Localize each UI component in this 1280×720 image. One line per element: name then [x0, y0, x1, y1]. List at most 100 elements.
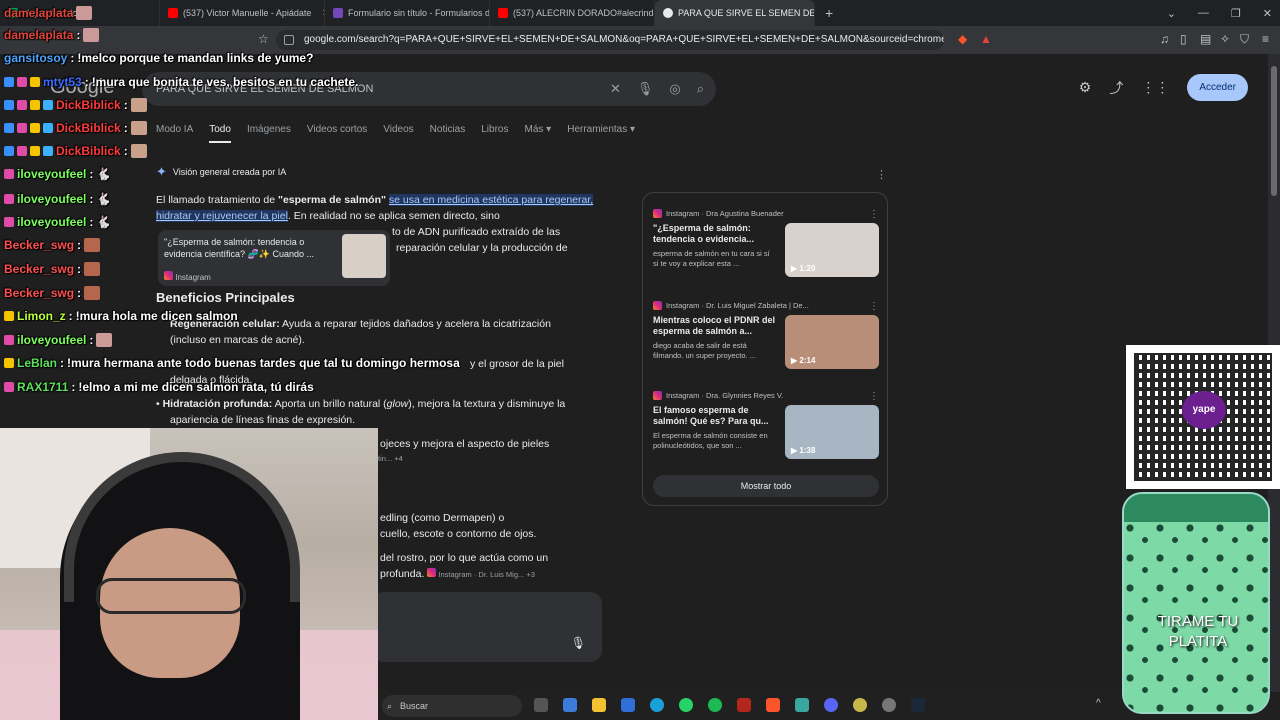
- tab-modo-ia[interactable]: Modo IA: [156, 124, 193, 143]
- tab-noticias[interactable]: Noticias: [430, 124, 466, 143]
- lens-icon[interactable]: ◎: [669, 72, 680, 106]
- ai-sparkle-icon: ✦: [156, 164, 167, 179]
- steam-icon[interactable]: [911, 698, 925, 712]
- wallet-icon[interactable]: ▤: [1200, 32, 1211, 46]
- minimize-icon[interactable]: —: [1198, 7, 1209, 19]
- brave-icon[interactable]: [766, 698, 780, 712]
- address-bar[interactable]: google.com/search?q=PARA+QUE+SIRVE+EL+SE…: [276, 30, 944, 50]
- close-window-icon[interactable]: ✕: [1263, 7, 1272, 20]
- edge-icon[interactable]: [650, 698, 664, 712]
- settings-icon[interactable]: ⚙: [1079, 79, 1092, 96]
- spotify-icon[interactable]: [708, 698, 722, 712]
- vpn-icon[interactable]: ⛉: [1240, 32, 1249, 47]
- benefit-5-line2: cuello, escote o contorno de ojos.: [380, 528, 537, 540]
- chat-message: damelaplata:: [4, 28, 100, 42]
- tab-mas[interactable]: Más ▾: [525, 124, 552, 143]
- new-tab-button[interactable]: +: [815, 5, 843, 21]
- tab-victor-manuelle[interactable]: (537) Victor Manuelle - Apiádate×: [160, 0, 325, 26]
- tab-formulario[interactable]: Formulario sin título - Formularios de: [325, 0, 490, 26]
- ai-overview-paragraph: El llamado tratamiento de "esperma de sa…: [156, 194, 594, 222]
- play-duration: ▶ 1:20: [791, 264, 816, 273]
- tab-videos[interactable]: Videos: [383, 124, 413, 143]
- whatsapp-icon[interactable]: [679, 698, 693, 712]
- media-icon[interactable]: ♫: [1160, 32, 1169, 46]
- source-chip-6[interactable]: Instagram · Dr. Luis Mig... +3: [427, 568, 535, 579]
- tab-libros[interactable]: Libros: [481, 124, 508, 143]
- tab-todo[interactable]: Todo: [209, 124, 231, 143]
- more-icon[interactable]: ⋮: [869, 391, 879, 402]
- tab-google-search[interactable]: PARA QUE SIRVE EL SEMEN DE×: [655, 0, 815, 26]
- ai-overview-header: ✦ Visión general creada por IA: [156, 164, 287, 179]
- tray-expand-icon[interactable]: ^: [1096, 698, 1101, 709]
- ai-line-3: to de ADN purificado extraído de las: [392, 226, 561, 238]
- tab-herramientas[interactable]: Herramientas ▾: [567, 124, 635, 143]
- benefit-regeneracion-cont: (incluso en marcas de acné).: [170, 334, 305, 346]
- store-icon[interactable]: [621, 698, 635, 712]
- search-icon: ⌕: [387, 701, 393, 711]
- source-tooltip[interactable]: "¿Esperma de salmón: tendencia o evidenc…: [158, 230, 390, 286]
- clear-icon[interactable]: ✕: [610, 72, 621, 106]
- video-thumbnail: ▶ 1:20: [785, 223, 879, 277]
- videos-panel: Instagram · Dra Agustina Buenader ⋮ "¿Es…: [642, 192, 888, 506]
- badge-icon: [4, 169, 14, 179]
- taskbar-search[interactable]: ⌕ Buscar: [382, 695, 522, 717]
- show-all-button[interactable]: Mostrar todo: [653, 475, 879, 497]
- site-info-icon[interactable]: [284, 35, 294, 45]
- restore-icon[interactable]: ❐: [1231, 7, 1241, 20]
- tab-videos-cortos[interactable]: Videos cortos: [307, 124, 367, 143]
- app-icon[interactable]: [853, 698, 867, 712]
- discord-icon[interactable]: [824, 698, 838, 712]
- forms-icon: [333, 8, 343, 18]
- chat-message: gansitosoy: !melco porque te mandan links…: [4, 51, 314, 65]
- benefit-4-tail: ojeces y mejora el aspecto de pieles: [380, 438, 550, 450]
- video-thumbnail: ▶ 1:38: [785, 405, 879, 459]
- microphone-icon[interactable]: 🎙: [571, 636, 586, 650]
- chat-message: RAX1711: !elmo a mi me dicen salmon rata,…: [4, 380, 314, 394]
- apps-grid-icon[interactable]: ⋮⋮: [1141, 79, 1169, 96]
- leo-icon[interactable]: ✧: [1220, 32, 1230, 46]
- badge-icon: [4, 382, 14, 392]
- source-chip-4[interactable]: tin... +4: [378, 454, 403, 463]
- chat-message: Becker_swg:: [4, 262, 101, 276]
- share-icon[interactable]: ⤴: [1109, 78, 1123, 98]
- tab-alecrin[interactable]: (537) ALECRIN DORADO#alecrindora: [490, 0, 655, 26]
- more-icon[interactable]: ⋮: [869, 209, 879, 220]
- yape-logo: yape: [1182, 391, 1226, 429]
- video-result[interactable]: Instagram · Dr. Luis Miguel Zabaleta | D…: [653, 301, 879, 381]
- scrollbar-thumb[interactable]: [1271, 66, 1277, 196]
- video-result[interactable]: Instagram · Dra. Glynnies Reyes V. ⋮ El …: [653, 391, 879, 471]
- header-actions: ⚙ ⤴ ⋮⋮ Acceder: [1079, 74, 1248, 101]
- menu-icon[interactable]: ≡: [1262, 32, 1269, 46]
- brave-rewards-icon[interactable]: ▲: [980, 32, 992, 46]
- ai-overview-more-icon[interactable]: ⋮: [876, 168, 887, 181]
- obs-icon[interactable]: [882, 698, 896, 712]
- more-icon[interactable]: ⋮: [869, 301, 879, 312]
- copilot-icon[interactable]: [563, 698, 577, 712]
- play-duration: ▶ 2:14: [791, 356, 816, 365]
- video-thumbnail: ▶ 2:14: [785, 315, 879, 369]
- tab-list-icon[interactable]: ⌄: [1167, 7, 1176, 20]
- chat-message: DickBiblick:: [4, 144, 147, 158]
- sidebar-icon[interactable]: ▯: [1180, 32, 1187, 46]
- badge-icon: [30, 146, 40, 156]
- dota-icon[interactable]: [737, 698, 751, 712]
- screen: Hojas de cálcul (537) Victor Manuelle - …: [0, 0, 1280, 720]
- google-icon: [663, 8, 673, 18]
- brave-shield-icon[interactable]: ◆: [958, 32, 967, 46]
- task-view-icon[interactable]: [534, 698, 548, 712]
- app-icon[interactable]: [795, 698, 809, 712]
- emote: [84, 286, 101, 300]
- search-icon[interactable]: ⌕: [697, 72, 704, 106]
- benefits-heading: Beneficios Principales: [156, 290, 295, 305]
- benefit-6-line1: del rostro, por lo que actúa como un: [380, 552, 549, 564]
- tab-imagenes[interactable]: Imágenes: [247, 124, 291, 143]
- file-explorer-icon[interactable]: [592, 698, 606, 712]
- chat-message: iloveyoufeel: 🐇: [4, 215, 111, 229]
- bookmark-icon[interactable]: ☆: [258, 32, 269, 46]
- sign-in-button[interactable]: Acceder: [1187, 74, 1248, 101]
- microphone-icon[interactable]: 🎙: [637, 72, 654, 106]
- ask-follow-up-input[interactable]: 🎙: [372, 592, 602, 662]
- video-result[interactable]: Instagram · Dra Agustina Buenader ⋮ "¿Es…: [653, 209, 879, 289]
- badge-icon: [4, 311, 14, 321]
- chat-message: DickBiblick:: [4, 121, 147, 135]
